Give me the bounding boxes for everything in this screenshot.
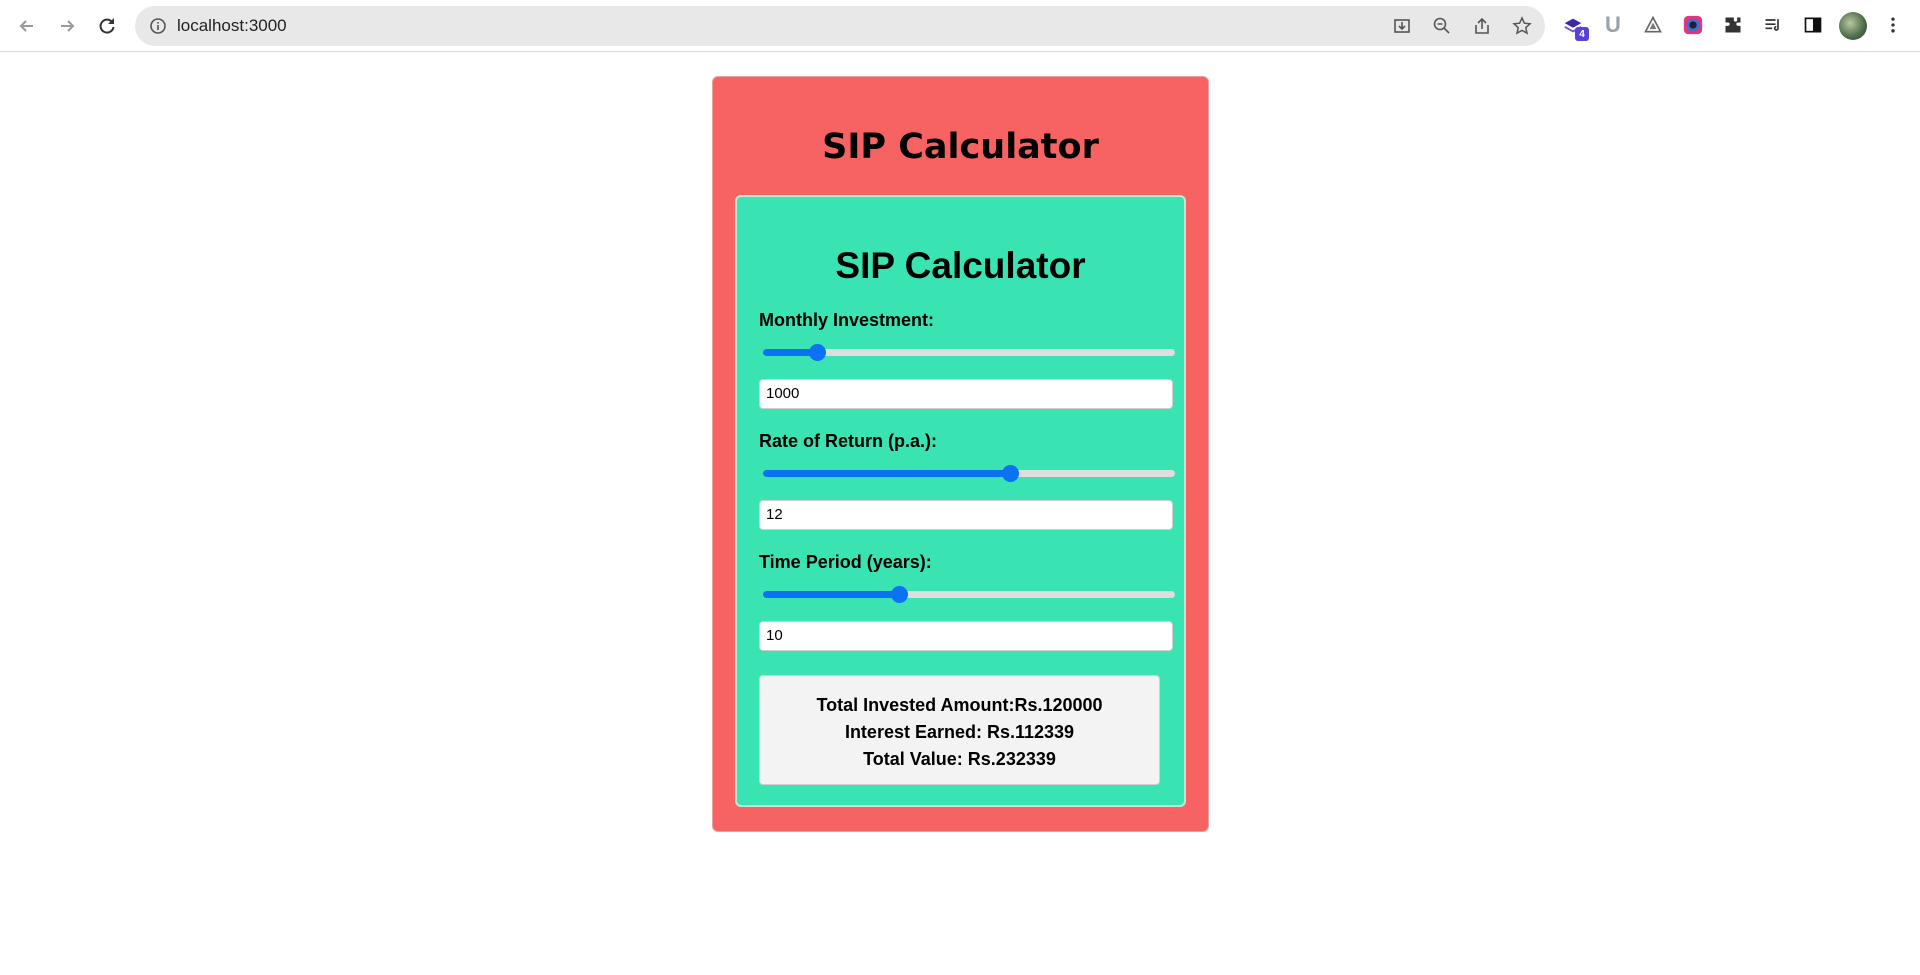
slider-thumb[interactable] [1002, 465, 1020, 482]
interest-earned-text: Interest Earned: Rs.112339 [844, 722, 1075, 742]
extension-stack-icon[interactable]: 4 [1561, 13, 1589, 41]
url-text: localhost:3000 [177, 16, 287, 35]
zoom-icon[interactable] [1432, 16, 1452, 36]
time-period-slider[interactable] [763, 586, 1175, 603]
time-period-input[interactable]: 10 [759, 621, 1173, 651]
bookmark-star-icon[interactable] [1512, 16, 1532, 36]
share-icon[interactable] [1472, 16, 1492, 36]
slider-fill [763, 591, 899, 598]
slider-fill [763, 470, 1011, 477]
total-invested-text: Total Invested Amount:Rs.120000 [816, 695, 1103, 715]
forward-button[interactable] [53, 12, 81, 40]
rate-of-return-slider[interactable] [763, 465, 1175, 482]
total-value-text: Total Value: Rs.232339 [863, 749, 1056, 769]
address-bar[interactable]: localhost:3000 [135, 6, 1545, 46]
results-panel: Total Invested Amount:Rs.120000 Interest… [759, 675, 1160, 785]
triangle-extension-icon[interactable] [1641, 13, 1665, 37]
u-extension-icon[interactable]: U [1601, 12, 1625, 37]
app-container: SIP Calculator SIP Calculator Monthly In… [712, 76, 1209, 832]
reload-button[interactable] [93, 12, 121, 40]
arrow-right-icon [61, 20, 75, 32]
reading-list-icon[interactable] [1761, 13, 1785, 37]
browser-toolbar: localhost:3000 4 U [0, 0, 1920, 52]
profile-avatar[interactable] [1839, 12, 1867, 40]
slider-thumb[interactable] [890, 586, 908, 603]
rate-of-return-input[interactable]: 12 [759, 500, 1173, 530]
rate-of-return-label: Rate of Return (p.a.): [759, 431, 937, 451]
arrow-left-icon [19, 20, 33, 32]
extensions-puzzle-icon[interactable] [1721, 13, 1745, 37]
side-panel-icon[interactable] [1801, 13, 1825, 37]
back-button[interactable] [13, 12, 41, 40]
calculator-title: SIP Calculator [835, 245, 1086, 286]
slider-thumb[interactable] [808, 344, 826, 361]
calculator-card: SIP Calculator Monthly Investment: 1000 … [735, 195, 1186, 807]
page-title: SIP Calculator [822, 127, 1099, 167]
monthly-investment-slider[interactable] [763, 344, 1175, 361]
time-period-label: Time Period (years): [759, 552, 932, 572]
more-menu-icon[interactable] [1881, 13, 1905, 37]
monthly-investment-input[interactable]: 1000 [759, 379, 1173, 409]
reload-icon [99, 18, 115, 34]
color-picker-extension-icon[interactable] [1681, 13, 1705, 37]
info-icon[interactable] [149, 17, 167, 35]
extension-badge: 4 [1575, 27, 1589, 41]
install-app-icon[interactable] [1392, 16, 1412, 36]
monthly-investment-label: Monthly Investment: [759, 310, 935, 330]
